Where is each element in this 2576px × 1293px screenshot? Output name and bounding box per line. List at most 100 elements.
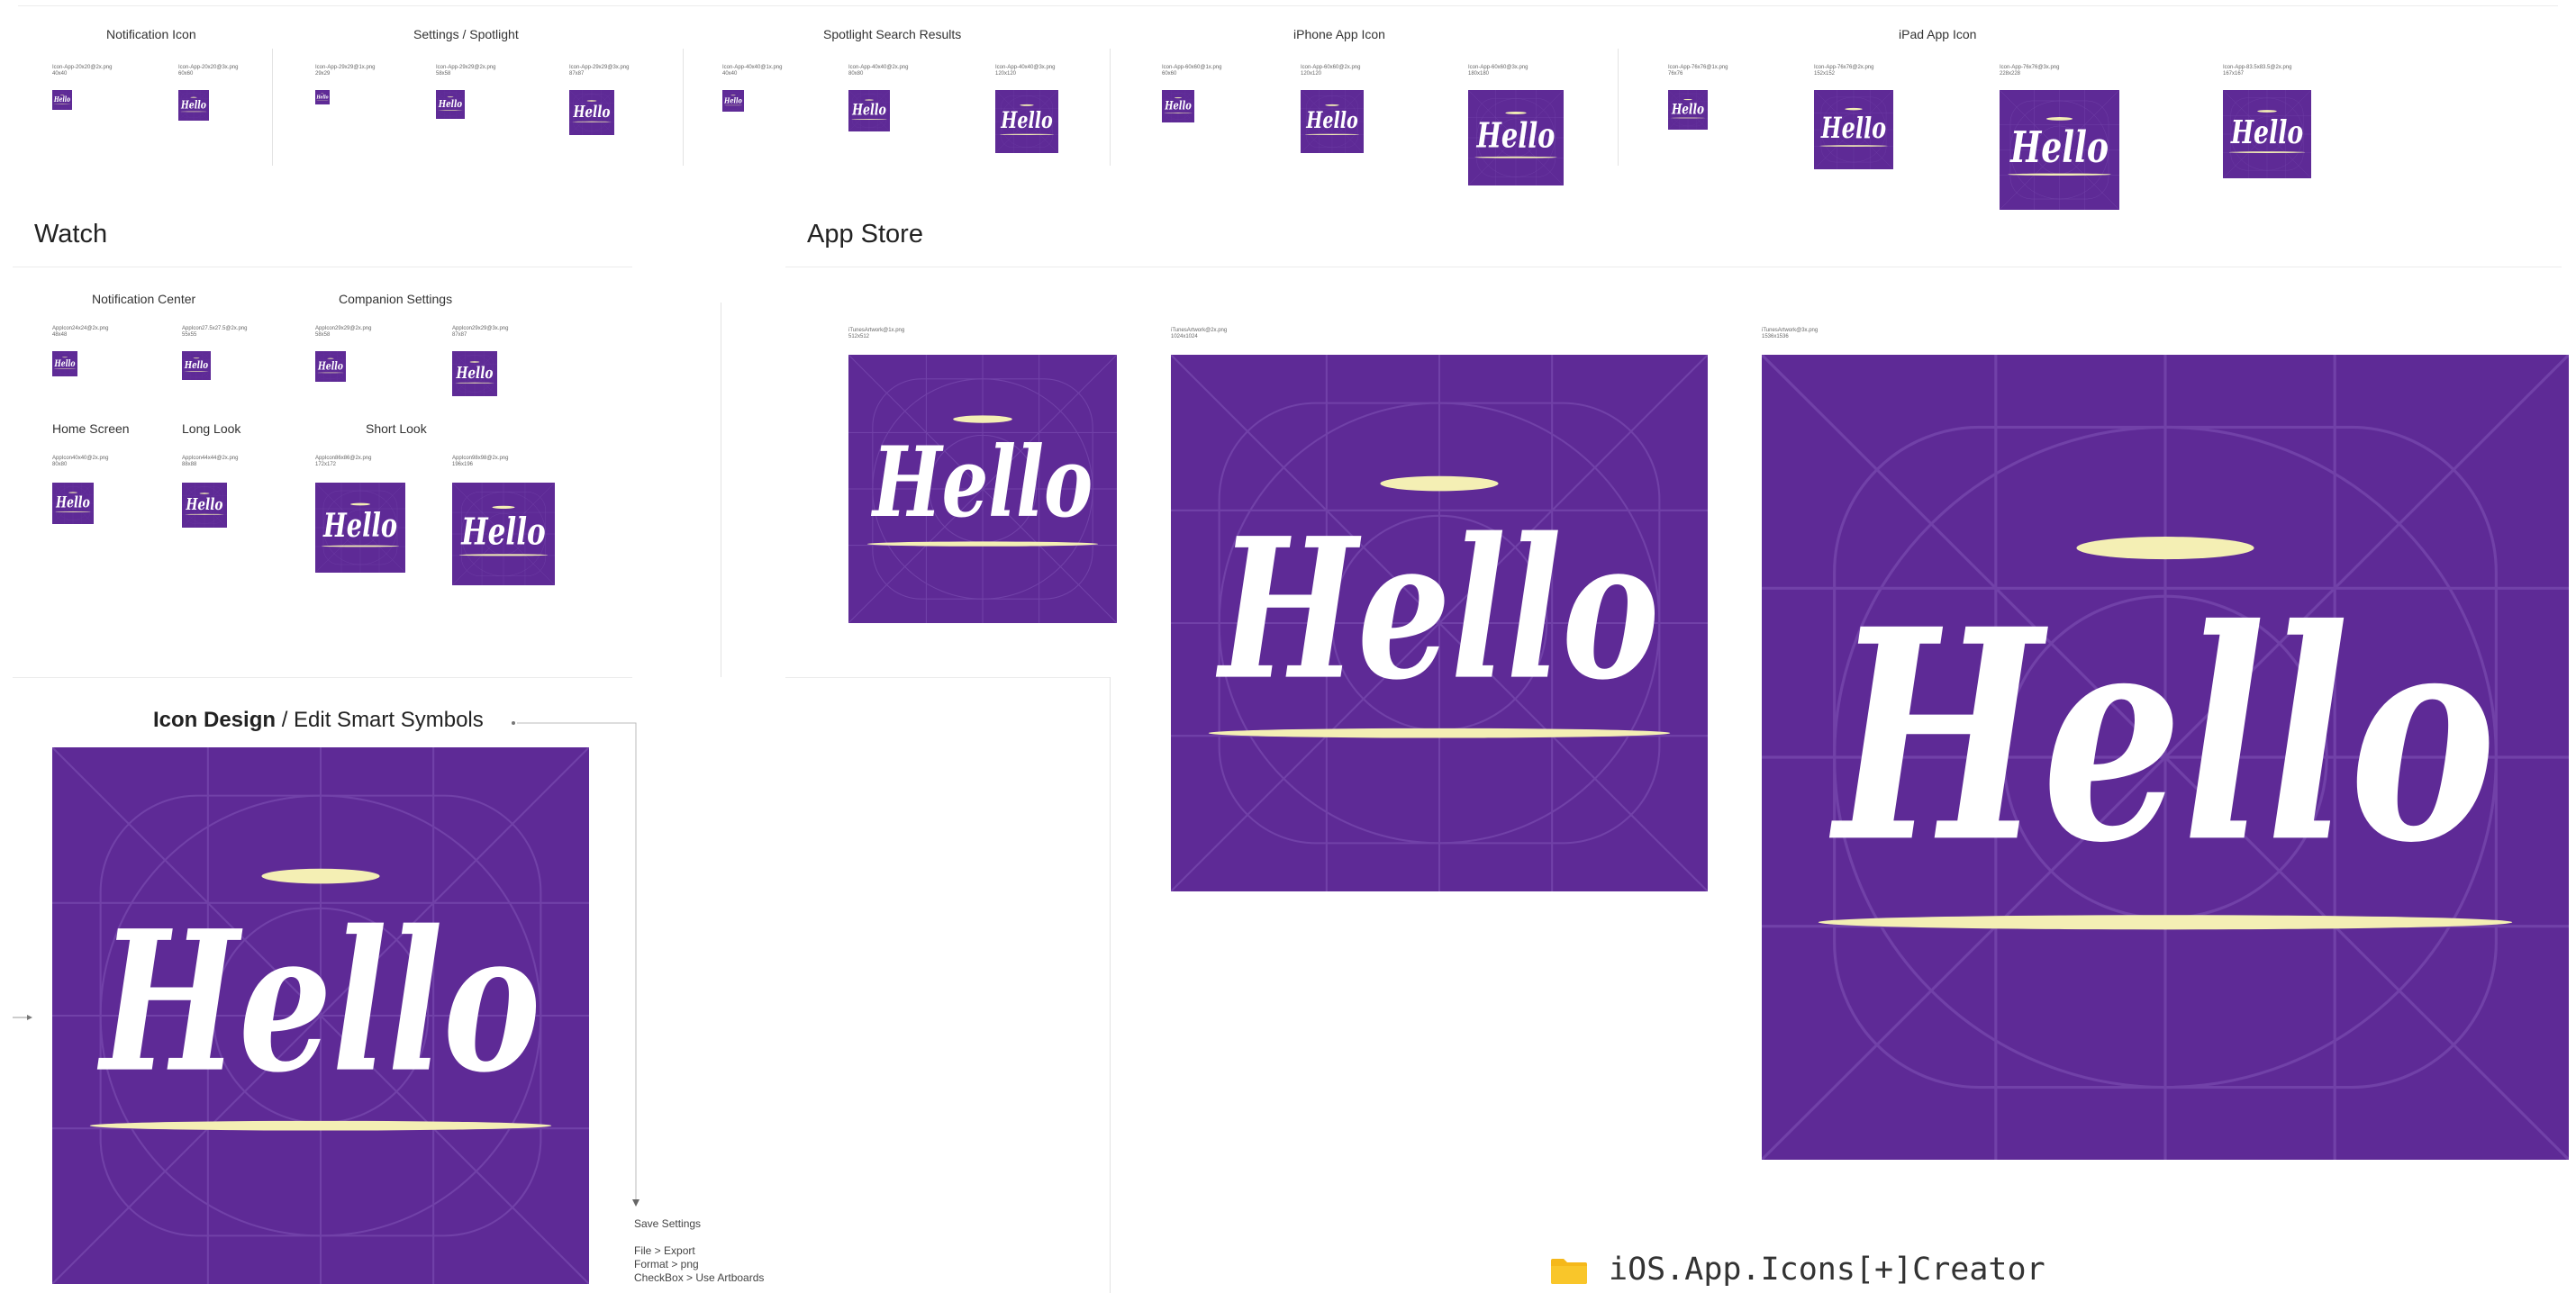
section-title-home-screen: Home Screen xyxy=(52,421,130,436)
app-icon-preview: Hello xyxy=(52,90,72,110)
divider xyxy=(785,677,1110,678)
app-icon-preview: Hello xyxy=(1762,355,2569,1160)
section-title-spotlight: Spotlight Search Results xyxy=(823,27,962,41)
section-title-ipad: iPad App Icon xyxy=(1899,27,1977,41)
icon-label: Icon-App-20x20@2x.png 40x40 xyxy=(52,65,113,77)
hello-logo-icon: Hello xyxy=(52,747,589,1284)
icon-design-symbol[interactable]: Hello xyxy=(52,747,589,1284)
save-settings-line: Format > png xyxy=(634,1258,699,1270)
app-icon-preview: Hello xyxy=(52,351,77,376)
section-title-iphone: iPhone App Icon xyxy=(1293,27,1385,41)
hello-logo-icon: Hello xyxy=(436,90,465,119)
hello-text: Hello xyxy=(1306,106,1358,133)
app-icon-preview: Hello xyxy=(182,483,227,528)
app-icon-preview: Hello xyxy=(1468,90,1564,185)
hello-logo-icon: Hello xyxy=(995,90,1058,153)
hello-logo-icon: Hello xyxy=(452,483,555,585)
app-icon-preview: Hello xyxy=(1162,90,1194,122)
hello-text: Hello xyxy=(1215,496,1659,723)
hello-logo-icon: Hello xyxy=(848,90,890,131)
app-icon-preview: Hello xyxy=(315,351,346,382)
hello-logo-icon: Hello xyxy=(848,355,1117,623)
hello-text: Hello xyxy=(1476,115,1556,156)
app-icon-preview: Hello xyxy=(315,483,405,573)
hello-logo-icon: Hello xyxy=(182,351,211,380)
icon-label: Icon-App-60x60@2x.png 120x120 xyxy=(1301,65,1361,77)
hello-text: Hello xyxy=(461,509,546,553)
icon-label: iTunesArtwork@2x.png 1024x1024 xyxy=(1171,328,1228,339)
divider xyxy=(1110,49,1111,166)
app-icon-preview: Hello xyxy=(2223,90,2311,178)
icon-label: Icon-App-29x29@1x.png 29x29 xyxy=(315,65,376,77)
hello-logo-icon: Hello xyxy=(2000,90,2119,210)
app-icon-preview: Hello xyxy=(2000,90,2119,210)
app-icon-preview: Hello xyxy=(848,355,1117,623)
hello-logo-icon: Hello xyxy=(1162,90,1194,122)
hello-logo-icon: Hello xyxy=(52,483,94,524)
icon-label: Icon-App-29x29@2x.png 58x58 xyxy=(436,65,496,77)
icon-label: AppIcon40x40@2x.png 80x80 xyxy=(52,456,109,467)
icon-label: iTunesArtwork@3x.png 1536x1536 xyxy=(1762,328,1819,339)
icon-label: AppIcon24x24@2x.png 48x48 xyxy=(52,326,109,338)
hello-logo-icon: Hello xyxy=(1171,355,1708,891)
hello-text: Hello xyxy=(317,359,343,372)
hello-text: Hello xyxy=(851,101,885,119)
icon-label: Icon-App-60x60@1x.png 60x60 xyxy=(1162,65,1222,77)
save-settings-line: File > Export xyxy=(634,1244,695,1257)
app-icon-preview: Hello xyxy=(569,90,614,135)
hello-logo-icon: Hello xyxy=(569,90,614,135)
folder-icon xyxy=(1549,1257,1589,1290)
hello-text: Hello xyxy=(438,97,462,110)
hello-logo-icon: Hello xyxy=(178,90,209,121)
app-icon-preview: Hello xyxy=(178,90,209,121)
icon-label: AppIcon29x29@2x.png 58x58 xyxy=(315,326,372,338)
app-icon-preview: Hello xyxy=(1668,90,1708,130)
divider xyxy=(13,677,632,678)
top-border xyxy=(18,5,2558,6)
icon-label: AppIcon44x44@2x.png 88x88 xyxy=(182,456,239,467)
hello-text: Hello xyxy=(96,889,540,1116)
hello-logo-icon: Hello xyxy=(182,483,227,528)
app-icon-preview: Hello xyxy=(436,90,465,119)
icon-label: Icon-App-76x76@2x.png 152x152 xyxy=(1814,65,1874,77)
icon-label: iTunesArtwork@1x.png 512x512 xyxy=(848,328,905,339)
app-store-group-title: App Store xyxy=(807,220,923,249)
divider xyxy=(1618,49,1619,166)
hello-logo-icon: Hello xyxy=(315,351,346,382)
hello-text: Hello xyxy=(573,103,611,122)
hello-text: Hello xyxy=(53,95,70,104)
section-title-notification: Notification Icon xyxy=(106,27,196,41)
hello-logo-icon: Hello xyxy=(1762,355,2569,1160)
project-name: iOS.App.Icons[+]Creator xyxy=(1609,1252,2045,1288)
icon-label: AppIcon27.5x27.5@2x.png 55x55 xyxy=(182,326,248,338)
hello-text: Hello xyxy=(180,98,206,111)
hello-text: Hello xyxy=(322,507,397,545)
hello-text: Hello xyxy=(1820,112,1886,145)
hello-text: Hello xyxy=(2230,114,2303,151)
icon-label: Icon-App-40x40@2x.png 80x80 xyxy=(848,65,909,77)
hello-logo-icon: Hello xyxy=(315,483,405,573)
hello-text: Hello xyxy=(723,96,742,105)
hello-logo-icon: Hello xyxy=(2223,90,2311,178)
hello-text: Hello xyxy=(1001,106,1053,133)
hello-logo-icon: Hello xyxy=(1814,90,1893,169)
section-title-long-look: Long Look xyxy=(182,421,241,436)
divider xyxy=(1110,677,1111,1293)
hello-text: Hello xyxy=(1671,100,1704,117)
app-icon-preview: Hello xyxy=(1814,90,1893,169)
icon-label: Icon-App-29x29@3x.png 87x87 xyxy=(569,65,630,77)
icon-label: Icon-App-60x60@3x.png 180x180 xyxy=(1468,65,1528,77)
hello-logo-icon: Hello xyxy=(1468,90,1564,185)
icon-label: Icon-App-20x20@3x.png 60x60 xyxy=(178,65,239,77)
icon-label: Icon-App-76x76@3x.png 228x228 xyxy=(2000,65,2060,77)
hello-logo-icon: Hello xyxy=(1668,90,1708,130)
app-icon-preview: Hello xyxy=(452,483,555,585)
app-icon-preview: Hello xyxy=(1171,355,1708,891)
icon-label: Icon-App-83.5x83.5@2x.png 167x167 xyxy=(2223,65,2292,77)
app-icon-preview: Hello xyxy=(315,90,330,104)
hello-text: Hello xyxy=(871,426,1093,539)
icon-label: AppIcon29x29@3x.png 87x87 xyxy=(452,326,509,338)
section-title-companion-settings: Companion Settings xyxy=(339,292,453,306)
hello-text: Hello xyxy=(1828,565,2496,907)
hello-text: Hello xyxy=(1164,100,1192,113)
